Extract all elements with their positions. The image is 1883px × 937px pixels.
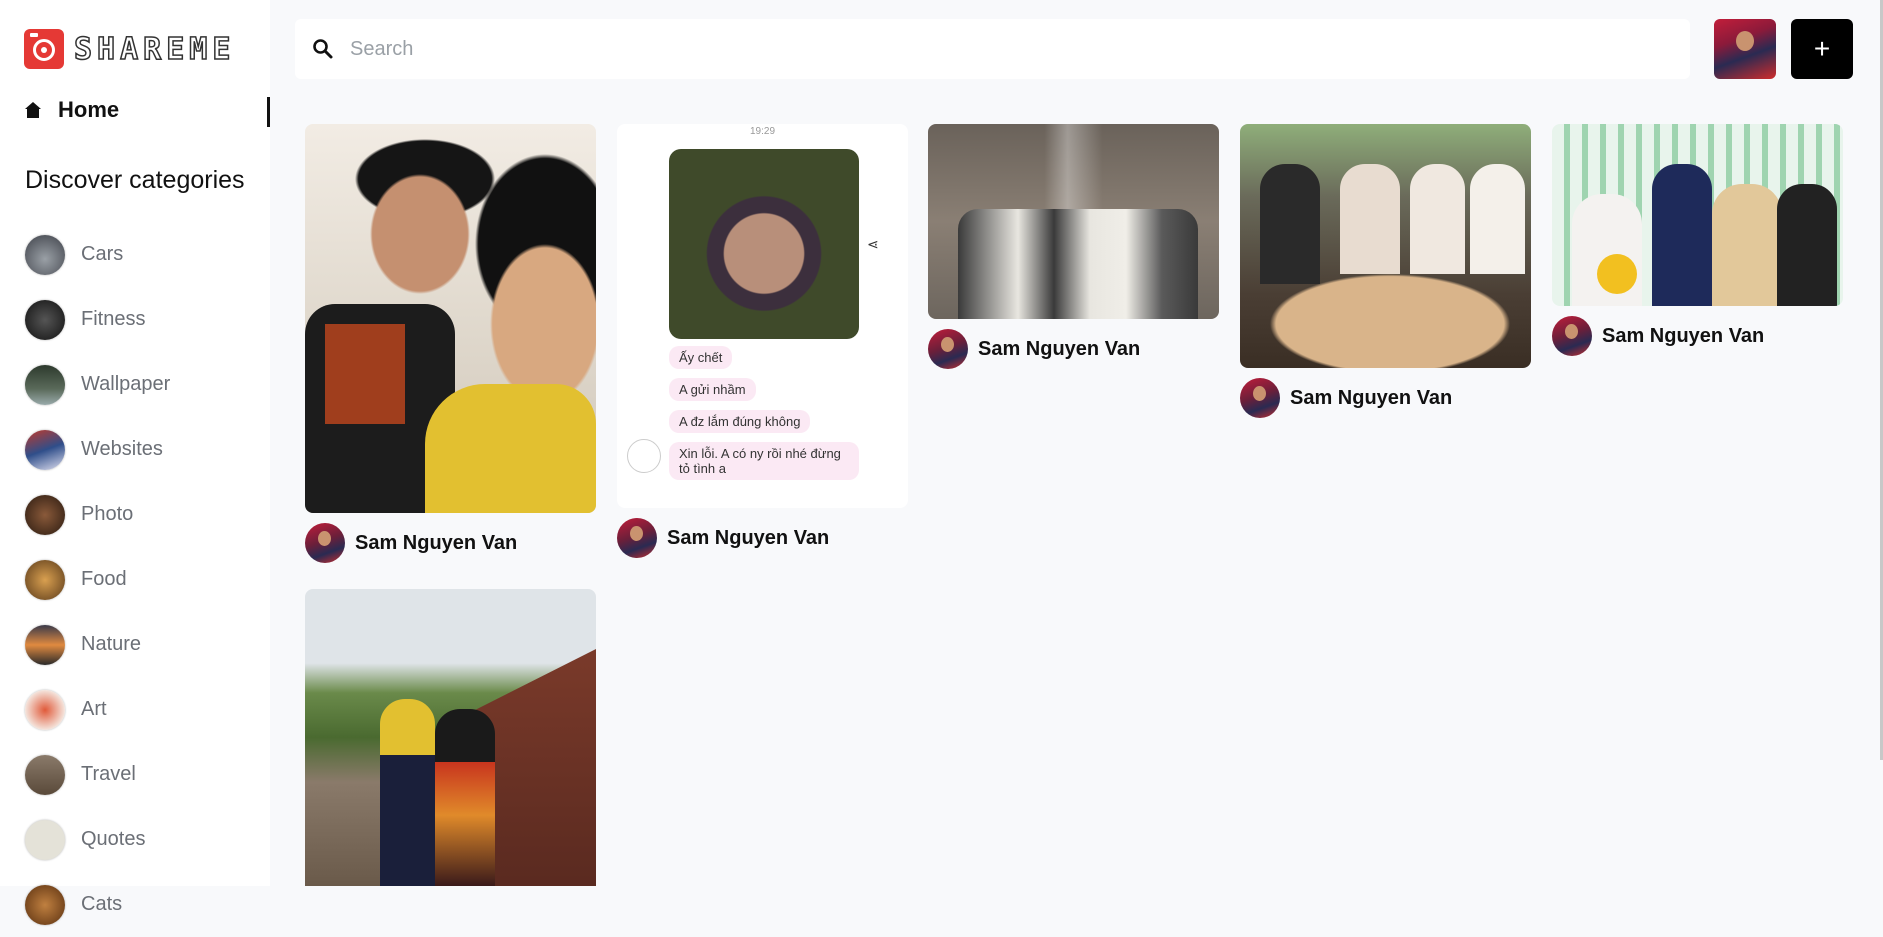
category-thumbnail bbox=[25, 494, 65, 535]
sidebar-item-photo[interactable]: Photo bbox=[25, 482, 170, 547]
pin-image[interactable] bbox=[1552, 124, 1843, 306]
chat-message: A gửi nhầm bbox=[669, 378, 756, 401]
pin-image[interactable]: 19:29 ⋖ Ấy chết A gửi nhầm A đz lắm đúng… bbox=[617, 124, 908, 508]
pin-card[interactable]: Sam Nguyen Van bbox=[1240, 124, 1531, 418]
author-avatar bbox=[1552, 316, 1592, 356]
pin-card[interactable] bbox=[305, 589, 596, 886]
sidebar-item-label: Home bbox=[58, 97, 120, 122]
sidebar-item-wallpaper[interactable]: Wallpaper bbox=[25, 352, 170, 417]
category-list: Cars Fitness Wallpaper Websites Photo Fo… bbox=[25, 222, 170, 937]
user-avatar[interactable] bbox=[1714, 19, 1776, 79]
share-icon: ⋖ bbox=[867, 236, 879, 252]
category-label: Travel bbox=[81, 763, 136, 785]
sidebar-item-home[interactable]: Home bbox=[24, 97, 119, 123]
category-thumbnail bbox=[25, 429, 65, 470]
author-avatar bbox=[305, 523, 345, 563]
app-name: SHAREME bbox=[73, 31, 236, 68]
pin-image[interactable] bbox=[305, 589, 596, 886]
category-thumbnail bbox=[25, 559, 65, 600]
author-avatar bbox=[928, 329, 968, 369]
pin-image[interactable] bbox=[928, 124, 1219, 319]
category-thumbnail bbox=[25, 234, 65, 275]
search-icon bbox=[313, 39, 333, 59]
sidebar: SHAREME Home Discover categories Cars Fi… bbox=[0, 0, 270, 925]
pin-author[interactable]: Sam Nguyen Van bbox=[617, 518, 908, 558]
pin-author[interactable]: Sam Nguyen Van bbox=[305, 523, 596, 563]
search-input[interactable] bbox=[348, 36, 1652, 62]
chat-message: A đz lắm đúng không bbox=[669, 410, 811, 433]
sidebar-item-art[interactable]: Art bbox=[25, 677, 170, 742]
sidebar-item-cats[interactable]: Cats bbox=[25, 872, 170, 937]
app-logo[interactable]: SHAREME bbox=[24, 29, 235, 69]
sidebar-item-fitness[interactable]: Fitness bbox=[25, 287, 170, 352]
sidebar-item-food[interactable]: Food bbox=[25, 547, 170, 612]
sidebar-item-quotes[interactable]: Quotes bbox=[25, 807, 170, 872]
sidebar-item-cars[interactable]: Cars bbox=[25, 222, 170, 287]
category-thumbnail bbox=[25, 884, 65, 925]
category-label: Wallpaper bbox=[81, 373, 171, 395]
category-label: Photo bbox=[81, 503, 134, 525]
category-label: Art bbox=[81, 698, 107, 720]
author-name: Sam Nguyen Van bbox=[667, 526, 830, 549]
category-label: Cats bbox=[81, 893, 123, 915]
status-time: 19:29 bbox=[749, 126, 776, 137]
search-bar[interactable] bbox=[295, 19, 1690, 79]
category-label: Websites bbox=[81, 438, 163, 460]
home-icon bbox=[25, 102, 41, 118]
category-thumbnail bbox=[25, 689, 65, 730]
pin-card[interactable]: Sam Nguyen Van bbox=[1552, 124, 1843, 356]
pin-card[interactable]: Sam Nguyen Van bbox=[928, 124, 1219, 369]
category-thumbnail bbox=[25, 299, 65, 340]
category-thumbnail bbox=[25, 819, 65, 860]
sidebar-item-travel[interactable]: Travel bbox=[25, 742, 170, 807]
sidebar-item-nature[interactable]: Nature bbox=[25, 612, 170, 677]
sidebar-item-websites[interactable]: Websites bbox=[25, 417, 170, 482]
category-label: Fitness bbox=[81, 308, 146, 330]
pin-author[interactable]: Sam Nguyen Van bbox=[928, 329, 1219, 369]
category-thumbnail bbox=[25, 754, 65, 795]
pin-image[interactable] bbox=[1240, 124, 1531, 368]
author-avatar bbox=[617, 518, 657, 558]
pin-author[interactable]: Sam Nguyen Van bbox=[1240, 378, 1531, 418]
author-name: Sam Nguyen Van bbox=[1602, 324, 1765, 347]
active-indicator bbox=[267, 97, 270, 127]
category-thumbnail bbox=[25, 624, 65, 665]
author-avatar bbox=[1240, 378, 1280, 418]
category-label: Nature bbox=[81, 633, 142, 655]
chat-message: Ấy chết bbox=[669, 346, 733, 369]
category-label: Food bbox=[81, 568, 127, 590]
add-pin-button[interactable]: + bbox=[1791, 19, 1853, 79]
pin-card[interactable]: 19:29 ⋖ Ấy chết A gửi nhầm A đz lắm đúng… bbox=[617, 124, 908, 558]
pin-image[interactable] bbox=[305, 124, 596, 513]
author-name: Sam Nguyen Van bbox=[355, 531, 518, 554]
category-label: Quotes bbox=[81, 828, 146, 850]
chat-message: Xin lỗi. A có ny rồi nhé đừng tỏ tình a bbox=[669, 442, 859, 480]
camera-icon bbox=[24, 29, 64, 69]
category-thumbnail bbox=[25, 364, 65, 405]
reaction-icon bbox=[627, 439, 661, 473]
category-label: Cars bbox=[81, 243, 124, 265]
author-name: Sam Nguyen Van bbox=[1290, 386, 1453, 409]
pin-author[interactable]: Sam Nguyen Van bbox=[1552, 316, 1843, 356]
pin-card[interactable]: Sam Nguyen Van bbox=[305, 124, 596, 563]
author-name: Sam Nguyen Van bbox=[978, 337, 1141, 360]
discover-categories-title: Discover categories bbox=[25, 166, 245, 194]
